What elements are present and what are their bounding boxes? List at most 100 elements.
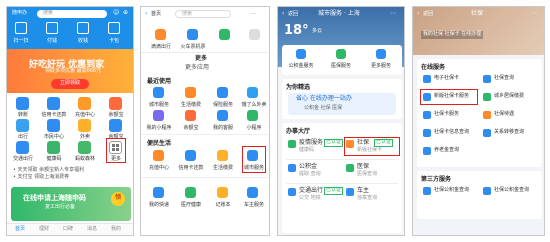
service-link[interactable]: 社保公积金查询 xyxy=(434,187,469,194)
yuebao2-icon[interactable] xyxy=(109,119,122,132)
app-label: 我的快递 xyxy=(148,202,169,208)
fund-query-icon[interactable] xyxy=(423,187,431,195)
banner-button-label: 立即领取 xyxy=(60,80,81,86)
yuebao-icon[interactable] xyxy=(185,110,196,121)
pension-icon[interactable] xyxy=(423,147,431,155)
service-sub: 公交 地铁 xyxy=(299,195,321,201)
service-name[interactable]: 车主 xyxy=(357,187,369,195)
medical-insurance-icon[interactable] xyxy=(346,164,354,172)
fund-query-icon[interactable] xyxy=(483,187,491,195)
takeout-icon[interactable] xyxy=(78,119,91,132)
credit-card-icon[interactable] xyxy=(185,150,196,161)
add-icon[interactable]: ⊕ xyxy=(123,9,128,17)
didi-icon[interactable] xyxy=(155,29,166,40)
tab-koubei[interactable]: 口碑 xyxy=(63,226,73,233)
highlight-more xyxy=(106,138,126,163)
express-icon[interactable] xyxy=(153,187,164,198)
car-owner-icon[interactable] xyxy=(346,188,354,196)
service-name[interactable]: 医保 xyxy=(357,163,369,171)
back-chevron-icon[interactable]: ‹ xyxy=(282,10,284,18)
search-input[interactable]: 搜索 xyxy=(175,10,231,18)
grid-label: 信用卡还款 xyxy=(41,112,67,118)
ad-badge[interactable]: 领 xyxy=(111,192,125,206)
recharge-icon[interactable] xyxy=(153,150,164,161)
yuebao-icon[interactable] xyxy=(109,97,122,110)
medical-insurance-icon[interactable] xyxy=(336,49,346,59)
back-chevron-icon[interactable]: ‹ xyxy=(417,10,419,18)
manage-icon[interactable]: ⋯ xyxy=(251,11,256,18)
scan-icon[interactable] xyxy=(15,22,27,34)
bill-pay-icon[interactable] xyxy=(185,87,196,98)
more-icon[interactable]: ⋯ xyxy=(531,10,537,18)
app-icon[interactable] xyxy=(247,110,258,121)
back-chevron-icon[interactable]: ‹ xyxy=(145,10,147,18)
card-icon[interactable] xyxy=(108,22,120,34)
epidemic-icon[interactable] xyxy=(288,140,296,148)
medical-icon[interactable] xyxy=(185,187,196,198)
receive-icon[interactable] xyxy=(77,22,89,34)
app-label: 火车票机票 xyxy=(180,44,206,50)
weather-label: 多云 xyxy=(312,28,323,34)
service-name[interactable]: 公积金 xyxy=(299,163,317,171)
more-icon[interactable]: ⋯ xyxy=(390,10,396,18)
back-label[interactable]: 返回 xyxy=(288,11,298,18)
back-label[interactable]: 首页 xyxy=(151,11,161,18)
eleme-icon[interactable] xyxy=(247,87,258,98)
transfer-icon[interactable] xyxy=(483,129,491,137)
card-service-icon[interactable] xyxy=(423,111,431,119)
search-input[interactable]: 搜索 xyxy=(37,10,107,18)
tab-messages[interactable]: 消息 xyxy=(87,226,97,233)
benefit-icon[interactable] xyxy=(483,111,491,119)
mini-program-icon[interactable] xyxy=(153,110,164,121)
fund-icon[interactable] xyxy=(296,49,306,59)
service-link[interactable]: 养老金查询 xyxy=(434,147,459,154)
banner-claim-button[interactable]: 立即领取 xyxy=(51,79,89,89)
customer-service-icon[interactable] xyxy=(217,110,228,121)
recharge-icon[interactable] xyxy=(78,97,91,110)
app-label: 城市服务 xyxy=(148,102,169,108)
promo-line[interactable]: • 支付宝 领取上海消费券 xyxy=(13,174,69,181)
service-name[interactable]: 疫情服务 xyxy=(299,139,323,147)
transfer-icon[interactable] xyxy=(16,97,29,110)
location-label[interactable]: 随申办 xyxy=(12,10,27,17)
service-link[interactable]: 社保卡信息查询 xyxy=(434,129,469,136)
forest-icon[interactable] xyxy=(78,141,91,154)
ledger-icon[interactable] xyxy=(217,187,228,198)
service-link[interactable]: 电子社保卡 xyxy=(434,75,459,82)
car-owner-icon[interactable] xyxy=(247,187,258,198)
service-link[interactable]: 社保公积金查询 xyxy=(494,187,529,194)
travel-icon[interactable] xyxy=(16,119,29,132)
query-icon[interactable] xyxy=(483,75,491,83)
train-icon[interactable] xyxy=(187,29,198,40)
pay-icon[interactable] xyxy=(46,22,58,34)
transport-icon[interactable] xyxy=(16,141,29,154)
tab-wealth[interactable]: 理财 xyxy=(39,226,49,233)
e-card-icon[interactable] xyxy=(423,75,431,83)
add-icon[interactable] xyxy=(249,29,260,40)
service-link[interactable]: 关系转移查询 xyxy=(494,129,524,136)
service-link[interactable]: 社保待遇 xyxy=(494,111,514,118)
service-link[interactable]: 城乡居保缴费 xyxy=(494,93,524,100)
credit-card-icon[interactable] xyxy=(47,97,60,110)
health-code-icon[interactable] xyxy=(47,141,60,154)
contacts-icon[interactable]: ☺ xyxy=(113,9,119,17)
insurance-icon[interactable] xyxy=(217,87,228,98)
tab-home[interactable]: 首页 xyxy=(15,226,25,233)
highlight-new-card xyxy=(420,89,478,105)
citizen-center-icon[interactable] xyxy=(47,119,60,132)
app-label: 滴滴出行 xyxy=(150,44,171,50)
app-icon[interactable] xyxy=(219,29,230,40)
service-name[interactable]: 交通出行 xyxy=(299,187,323,195)
info-query-icon[interactable] xyxy=(423,129,431,137)
bill-pay-icon[interactable] xyxy=(217,150,228,161)
transport-icon[interactable] xyxy=(288,188,296,196)
pay-icon[interactable] xyxy=(483,93,491,101)
service-link[interactable]: 社保卡服务 xyxy=(434,111,459,118)
tab-me[interactable]: 我的 xyxy=(111,226,121,233)
service-link[interactable]: 社保查询 xyxy=(494,75,514,82)
promo-line[interactable]: • 天天领取 余额宝新人专享福利 xyxy=(13,167,84,174)
back-label[interactable]: 返回 xyxy=(423,11,433,18)
more-services-icon[interactable] xyxy=(376,49,386,59)
city-service-icon[interactable] xyxy=(153,87,164,98)
fund-icon[interactable] xyxy=(288,164,296,172)
